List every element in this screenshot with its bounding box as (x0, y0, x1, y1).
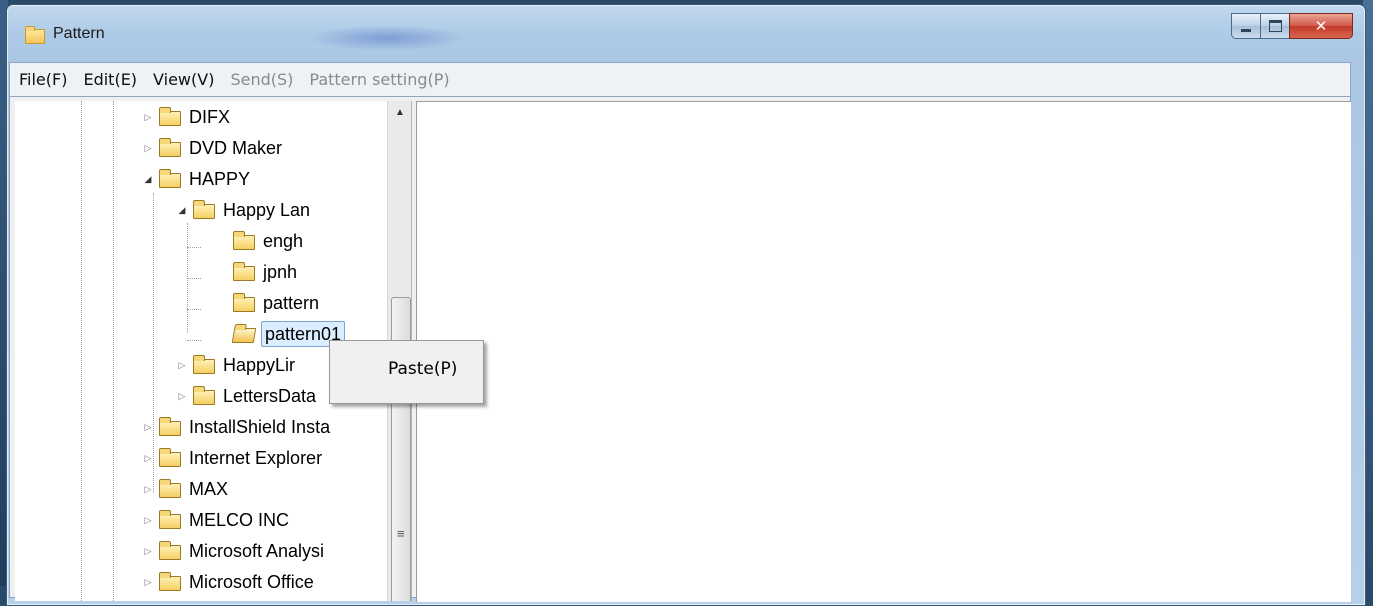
folder-icon (159, 572, 181, 591)
folder-icon (159, 479, 181, 498)
tree-node-jpnh[interactable]: jpnh (233, 258, 299, 286)
tree-node-label: pattern (263, 292, 320, 313)
tree-node-melco-inc[interactable]: ▷ MELCO INC (143, 506, 291, 534)
minimize-button[interactable] (1231, 13, 1260, 39)
tree-connector (187, 340, 201, 341)
tree-node-label: jpnh (263, 261, 298, 282)
menu-view[interactable]: View(V) (146, 70, 221, 89)
tree-node-label: MAX (189, 478, 229, 499)
close-icon: ✕ (1314, 17, 1328, 35)
caption-buttons: ✕ (1231, 13, 1353, 41)
tree-node-label: Internet Explorer (189, 447, 323, 468)
tree-connector (187, 309, 201, 310)
tree-guide-line (113, 101, 114, 601)
collapse-arrow-icon[interactable]: ◢ (143, 174, 153, 184)
tree-guide-line (81, 101, 82, 601)
tree-node-label: DVD Maker (189, 137, 283, 158)
close-button[interactable]: ✕ (1289, 13, 1353, 39)
folder-icon (159, 510, 181, 529)
menu-bar: File(F) Edit(E) View(V) Send(S) Pattern … (9, 62, 1351, 96)
folder-icon (159, 448, 181, 467)
folder-icon (159, 107, 181, 126)
expand-arrow-icon[interactable]: ▷ (143, 143, 153, 153)
tree-node-label: MELCO INC (189, 509, 290, 530)
client-area: ▷ DIFX ▷ DVD Maker ◢ HAPPY ◢ Happy Lan e… (9, 96, 1351, 602)
folder-icon (193, 386, 215, 405)
tree-node-difx[interactable]: ▷ DIFX (143, 103, 232, 131)
tree-node-label: Happy Lan (223, 199, 311, 220)
expand-arrow-icon[interactable]: ▷ (143, 453, 153, 463)
tree-node-label: Microsoft Analysi (189, 540, 325, 561)
menu-file[interactable]: File(F) (12, 70, 74, 89)
menu-pattern-setting[interactable]: Pattern setting(P) (302, 70, 456, 89)
folder-icon (159, 169, 181, 188)
folder-icon (159, 417, 181, 436)
folder-icon (193, 200, 215, 219)
tree-node-internet-explorer[interactable]: ▷ Internet Explorer (143, 444, 324, 472)
folder-icon (233, 262, 255, 281)
expand-arrow-icon[interactable]: ▷ (177, 391, 187, 401)
collapse-arrow-icon[interactable]: ◢ (177, 205, 187, 215)
tree-node-engh[interactable]: engh (233, 227, 305, 255)
tree-node-pattern[interactable]: pattern (233, 289, 321, 317)
scroll-up-arrow-icon[interactable]: ▲ (388, 101, 411, 123)
expand-arrow-icon[interactable]: ▷ (143, 515, 153, 525)
folder-icon (25, 26, 45, 44)
folder-icon (159, 541, 181, 560)
title-bar[interactable]: Pattern ✕ (7, 5, 1365, 55)
context-menu: Paste(P) (329, 340, 484, 404)
title-bar-glow (307, 25, 467, 51)
tree-node-dvd-maker[interactable]: ▷ DVD Maker (143, 134, 284, 162)
maximize-button[interactable] (1260, 13, 1289, 39)
open-folder-icon (231, 328, 257, 343)
expand-arrow-icon[interactable]: ▷ (143, 112, 153, 122)
expand-arrow-icon[interactable]: ▷ (143, 422, 153, 432)
tree-node-happy-lan[interactable]: ◢ Happy Lan (177, 196, 312, 224)
menu-edit[interactable]: Edit(E) (76, 70, 144, 89)
tree-node-microsoft-office[interactable]: ▷ Microsoft Office (143, 568, 316, 596)
window-title: Pattern (53, 25, 105, 42)
tree-node-label: DIFX (189, 106, 231, 127)
tree-node-lettersdata[interactable]: ▷ LettersData (177, 382, 318, 410)
tree-node-microsoft-analysis[interactable]: ▷ Microsoft Analysi (143, 537, 326, 565)
tree-node-label: LettersData (223, 385, 317, 406)
expand-arrow-icon[interactable]: ▷ (143, 546, 153, 556)
tree-node-label: InstallShield Insta (189, 416, 331, 437)
paste-menu-item[interactable]: Paste(P) (388, 359, 457, 379)
folder-icon (159, 138, 181, 157)
tree-node-max[interactable]: ▷ MAX (143, 475, 230, 503)
tree-node-installshield[interactable]: ▷ InstallShield Insta (143, 413, 332, 441)
scroll-grip-icon: ≡ (397, 526, 405, 541)
folder-icon (233, 293, 255, 312)
folder-icon (193, 355, 215, 374)
expand-arrow-icon[interactable]: ▷ (143, 484, 153, 494)
pattern-view-pane[interactable] (416, 101, 1351, 602)
tree-node-happy[interactable]: ◢ HAPPY (143, 165, 252, 193)
tree-node-label: engh (263, 230, 304, 251)
tree-connector (187, 278, 201, 279)
tree-connector (187, 247, 201, 248)
minimize-icon (1241, 28, 1251, 32)
menu-send[interactable]: Send(S) (223, 70, 300, 89)
tree-node-label: HappyLir (223, 354, 296, 375)
tree-node-label: HAPPY (189, 168, 251, 189)
expand-arrow-icon[interactable]: ▷ (177, 360, 187, 370)
tree-node-label: Microsoft Office (189, 571, 314, 592)
maximize-icon (1268, 20, 1282, 32)
folder-icon (233, 231, 255, 250)
tree-node-happylir[interactable]: ▷ HappyLir (177, 351, 297, 379)
